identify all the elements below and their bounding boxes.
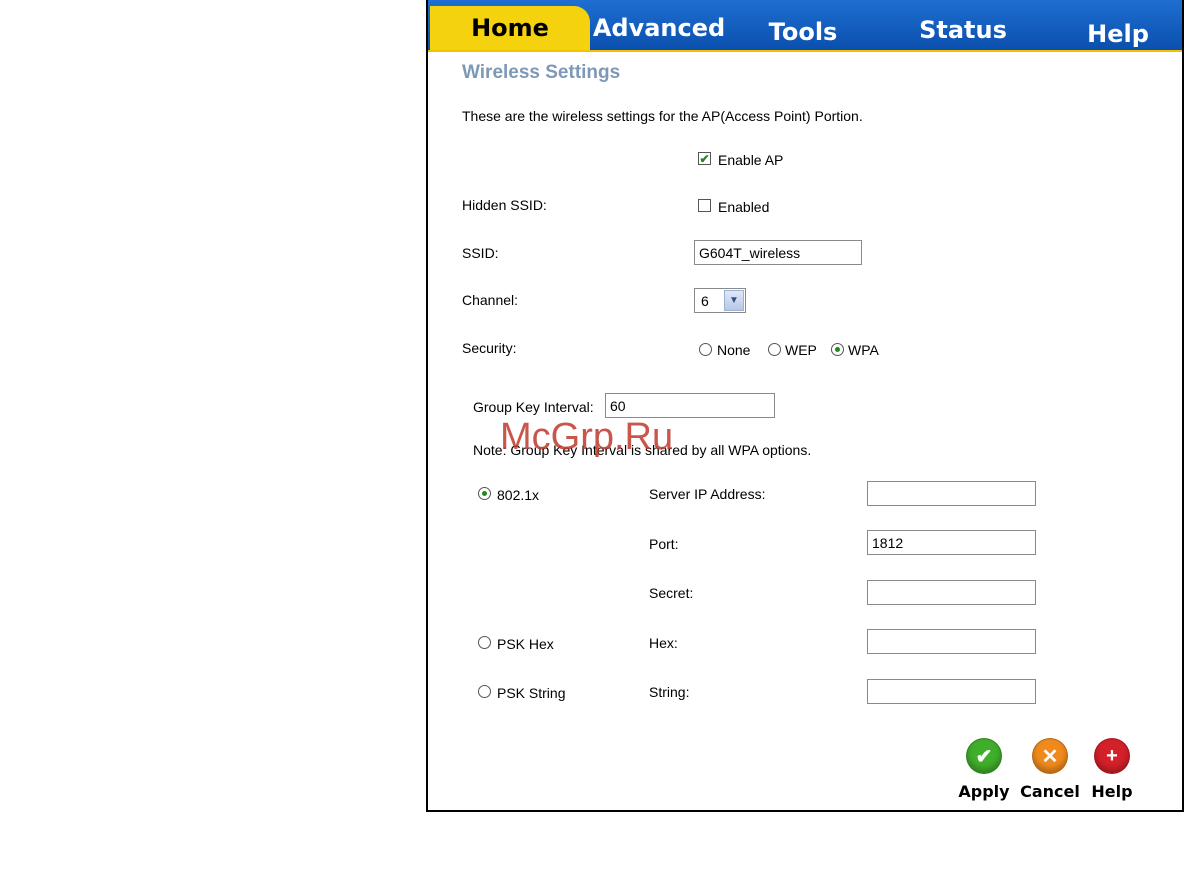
page-description: These are the wireless settings for the … <box>462 108 863 124</box>
psk-string-label: PSK String <box>497 685 566 701</box>
psk-hex-radio[interactable] <box>478 636 491 649</box>
hidden-ssid-option-label: Enabled <box>718 199 770 215</box>
channel-select-value: 6 <box>701 292 709 309</box>
tab-tools[interactable]: Tools <box>758 10 848 54</box>
security-none-radio[interactable] <box>699 343 712 356</box>
tab-home[interactable]: Home <box>430 6 590 50</box>
group-key-input[interactable]: 60 <box>605 393 775 418</box>
wpa-8021x-radio[interactable] <box>478 487 491 500</box>
ssid-label: SSID: <box>462 245 499 261</box>
hidden-ssid-label: Hidden SSID: <box>462 197 547 213</box>
wpa-8021x-label: 802.1x <box>497 487 540 503</box>
psk-hex-label: PSK Hex <box>497 636 554 652</box>
checkmark-icon: ✔ <box>966 738 1002 774</box>
port-label: Port: <box>649 536 679 552</box>
string-input[interactable] <box>867 679 1036 704</box>
ssid-input[interactable]: G604T_wireless <box>694 240 862 265</box>
security-none-label: None <box>717 342 751 358</box>
security-wep-radio[interactable] <box>768 343 781 356</box>
group-key-label: Group Key Interval: <box>473 399 594 415</box>
hex-input[interactable] <box>867 629 1036 654</box>
apply-label: Apply <box>958 782 1010 801</box>
secret-input[interactable] <box>867 580 1036 605</box>
security-label: Security: <box>462 340 517 356</box>
tab-help[interactable]: Help <box>1078 12 1158 56</box>
secret-label: Secret: <box>649 585 694 601</box>
enable-ap-label: Enable AP <box>718 152 784 168</box>
security-wep-label: WEP <box>785 342 817 358</box>
psk-string-radio[interactable] <box>478 685 491 698</box>
server-ip-label: Server IP Address: <box>649 486 766 502</box>
router-config-frame: Home Advanced Tools Status Help Wireless… <box>426 0 1184 812</box>
security-wpa-label: WPA <box>848 342 879 358</box>
close-icon: ✕ <box>1032 738 1068 774</box>
watermark-text: McGrp.Ru <box>500 416 674 458</box>
channel-label: Channel: <box>462 292 519 308</box>
security-wpa-radio[interactable] <box>831 343 844 356</box>
apply-button[interactable]: ✔ Apply <box>954 738 1014 801</box>
chevron-down-icon[interactable]: ▼ <box>724 290 744 311</box>
tab-bar: Home Advanced Tools Status Help <box>428 0 1182 52</box>
hidden-ssid-checkbox[interactable] <box>698 199 711 212</box>
server-ip-input[interactable] <box>867 481 1036 506</box>
help-label: Help <box>1091 782 1133 801</box>
help-button[interactable]: + Help <box>1082 738 1142 801</box>
plus-icon: + <box>1094 738 1130 774</box>
enable-ap-checkbox[interactable]: ✔ <box>698 152 711 165</box>
cancel-label: Cancel <box>1020 782 1080 801</box>
string-field-label: String: <box>649 684 690 700</box>
checkmark-icon: ✔ <box>699 151 710 166</box>
hex-field-label: Hex: <box>649 635 678 651</box>
cancel-button[interactable]: ✕ Cancel <box>1020 738 1080 801</box>
tab-advanced[interactable]: Advanced <box>593 6 725 50</box>
page-title: Wireless Settings <box>462 62 621 83</box>
channel-select[interactable]: 6 ▼ <box>694 288 746 313</box>
port-input[interactable]: 1812 <box>867 530 1036 555</box>
tab-status[interactable]: Status <box>918 8 1008 52</box>
